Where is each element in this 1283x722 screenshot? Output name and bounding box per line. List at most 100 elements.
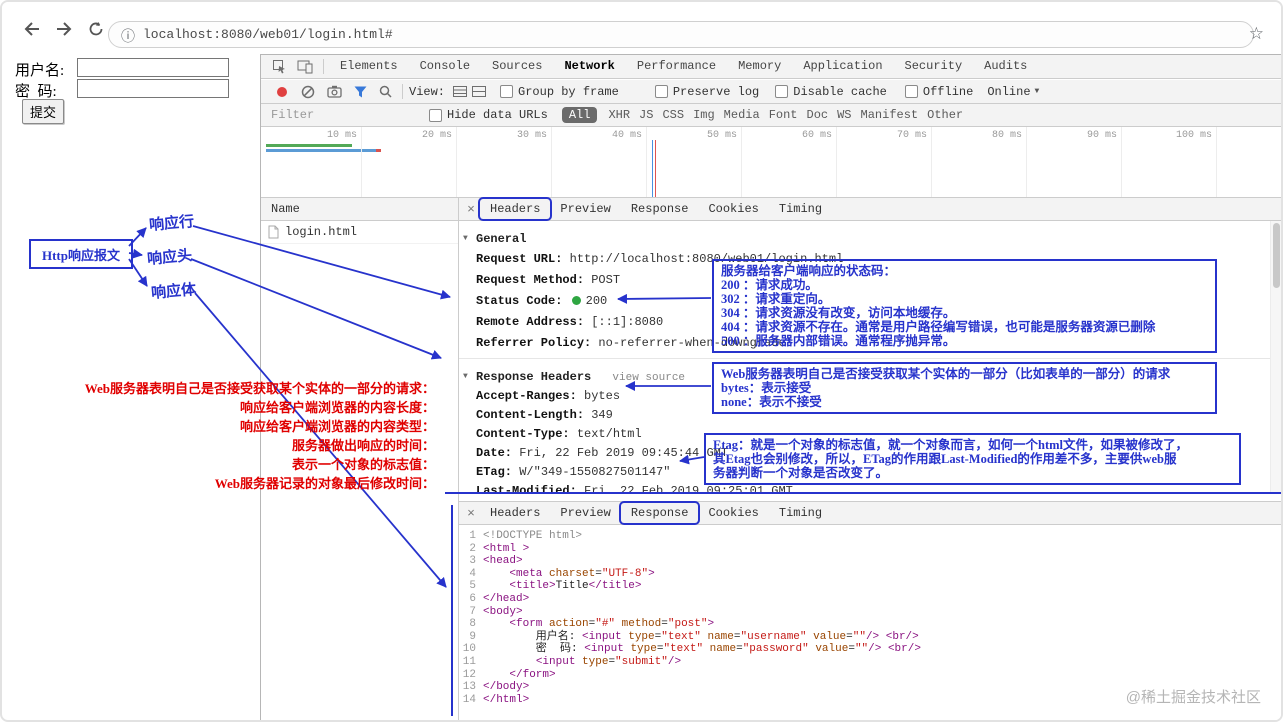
line-number: 7 <box>469 605 476 618</box>
detail-tab-headers[interactable]: Headers <box>480 199 551 219</box>
filter-input[interactable]: Filter <box>271 108 411 122</box>
detail-tab-preview[interactable]: Preview <box>550 503 620 523</box>
bookmark-star-icon[interactable]: ☆ <box>1249 24 1264 44</box>
devtools-tab-console[interactable]: Console <box>409 55 481 78</box>
close-pane-icon[interactable]: × <box>462 202 480 217</box>
code-token: <head> <box>483 555 523 568</box>
devtools-tab-memory[interactable]: Memory <box>727 55 792 78</box>
divider <box>459 358 1271 359</box>
network-toolbar: View: Group by frame Preserve log Disabl… <box>261 80 1281 104</box>
header-value: text/html <box>576 427 642 441</box>
close-pane-icon[interactable]: × <box>462 506 480 521</box>
disclosure-icon[interactable]: ▼ <box>463 367 468 387</box>
line-number: 6 <box>469 592 476 605</box>
timeline-gridline <box>931 127 932 197</box>
header-value: [::1]:8080 <box>591 315 664 329</box>
code-token: = <box>595 567 602 580</box>
code-token: "submit" <box>615 655 668 668</box>
timeline-tick-label: 60 ms <box>801 130 832 141</box>
code-token: <input <box>584 643 631 656</box>
line-number: 12 <box>462 668 476 681</box>
group-by-frame-checkbox[interactable] <box>500 85 514 98</box>
devtools-tab-audits[interactable]: Audits <box>973 55 1038 78</box>
timeline-gridline <box>456 127 457 197</box>
code-token: </body> <box>483 681 530 694</box>
search-icon[interactable] <box>379 85 392 98</box>
detail-tab-preview[interactable]: Preview <box>550 199 620 219</box>
section-general: ▼ General <box>459 229 1271 249</box>
code-line: 2 <html > <box>461 543 1281 556</box>
header-key: ETag: <box>476 465 513 479</box>
view-overview-icon[interactable] <box>472 86 487 97</box>
header-row: Request URL: http://localhost:8080/web01… <box>459 249 1271 270</box>
detail-tab-timing[interactable]: Timing <box>769 199 832 219</box>
detail-tab-response[interactable]: Response <box>620 503 699 523</box>
name-column-header[interactable]: Name <box>261 198 458 221</box>
code-line: 6 </head> <box>461 593 1281 606</box>
submit-button[interactable]: 提交 <box>22 99 65 124</box>
filter-type-js[interactable]: JS <box>639 108 653 122</box>
code-token: 用户名: <box>483 630 583 643</box>
disable-cache-checkbox[interactable] <box>775 85 789 98</box>
code-token: = <box>736 643 743 656</box>
timeline-gridline <box>646 127 647 197</box>
timeline-overview[interactable]: 10 ms 20 ms 30 ms 40 ms 50 ms 60 ms 70 ms 80 ms… <box>261 127 1281 198</box>
filter-type-xhr[interactable]: XHR <box>608 108 630 122</box>
response-header-rows: Accept-Ranges: bytes Content-Length: 349 C… <box>459 387 1271 493</box>
address-bar[interactable]: ⓘ localhost:8080/web01/login.html# <box>108 21 1254 48</box>
detail-tab-response[interactable]: Response <box>621 199 699 219</box>
code-token: 密 码: <box>483 643 585 656</box>
header-row: Referrer Policy: no-referrer-when-downgr… <box>459 333 1271 354</box>
code-token: /> <box>667 655 682 668</box>
capture-screenshots-icon[interactable] <box>327 85 342 98</box>
inspect-element-icon[interactable] <box>272 59 287 74</box>
code-token: <input <box>535 655 583 668</box>
password-input[interactable] <box>77 79 229 98</box>
hide-data-urls-checkbox[interactable] <box>429 108 442 122</box>
filter-type-ws[interactable]: WS <box>837 108 851 122</box>
timeline-gridline <box>551 127 552 197</box>
view-source-link[interactable]: view source <box>612 372 685 384</box>
devtools-tab-security[interactable]: Security <box>894 55 974 78</box>
detail-tab-cookies[interactable]: Cookies <box>698 199 768 219</box>
filter-type-all[interactable]: All <box>561 107 598 123</box>
filter-type-doc[interactable]: Doc <box>807 108 829 122</box>
clear-icon[interactable] <box>301 85 315 99</box>
filter-type-font[interactable]: Font <box>769 108 798 122</box>
view-list-icon[interactable] <box>453 86 468 97</box>
detail-tab-headers[interactable]: Headers <box>480 503 550 523</box>
timeline-gridline <box>1121 127 1122 197</box>
filter-type-media[interactable]: Media <box>724 108 760 122</box>
code-token: "username" <box>740 630 807 643</box>
filter-icon[interactable] <box>354 86 367 98</box>
header-key: Content-Length: <box>476 408 585 422</box>
filter-type-other[interactable]: Other <box>927 108 963 122</box>
device-toolbar-icon[interactable] <box>297 60 313 74</box>
disclosure-icon[interactable]: ▼ <box>463 229 468 249</box>
devtools-tab-network[interactable]: Network <box>553 55 625 78</box>
page-info-icon[interactable]: ⓘ <box>121 26 135 46</box>
back-icon[interactable] <box>22 20 42 38</box>
offline-checkbox[interactable] <box>904 85 918 98</box>
preserve-log-checkbox[interactable] <box>654 85 668 98</box>
throttling-dropdown[interactable]: Online <box>987 85 1030 99</box>
devtools-tab-application[interactable]: Application <box>792 55 893 78</box>
forward-icon[interactable] <box>54 20 74 38</box>
refresh-icon[interactable] <box>86 20 106 38</box>
username-input[interactable] <box>77 58 229 77</box>
devtools-tab-performance[interactable]: Performance <box>626 55 727 78</box>
code-line: 8 <form action="#" method="post"> <box>461 618 1281 631</box>
detail-tab-cookies[interactable]: Cookies <box>698 503 768 523</box>
record-button[interactable] <box>277 86 287 97</box>
filter-type-manifest[interactable]: Manifest <box>861 108 919 122</box>
devtools-tab-elements[interactable]: Elements <box>329 55 409 78</box>
scrollbar[interactable] <box>1270 221 1281 493</box>
request-row[interactable]: login.html <box>261 221 458 244</box>
scrollbar-thumb[interactable] <box>1273 223 1280 288</box>
detail-tab-timing[interactable]: Timing <box>769 503 832 523</box>
devtools-tab-sources[interactable]: Sources <box>481 55 553 78</box>
filter-type-img[interactable]: Img <box>693 108 715 122</box>
devtools-panel: Elements Console Sources Network Performance… <box>260 54 1281 720</box>
filter-type-css[interactable]: CSS <box>662 108 684 122</box>
